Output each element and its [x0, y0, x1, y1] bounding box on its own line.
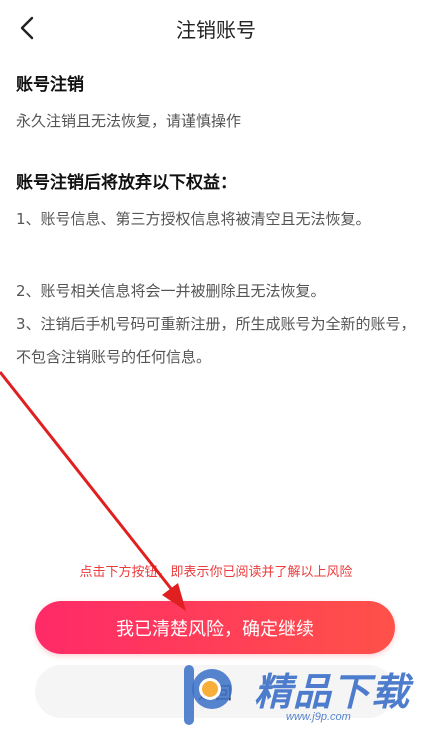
benefit-item-1: 1、账号信息、第三方授权信息将被清空且无法恢复。 [16, 210, 371, 228]
section-title-account-cancel: 账号注销 [16, 75, 84, 95]
navigation-bar: 注销账号 [0, 0, 432, 56]
cancel-warning-text: 永久注销且无法恢复，请谨慎操作 [16, 112, 242, 130]
benefit-item-2: 2、账号相关信息将会一并被删除且无法恢复。 [16, 282, 326, 300]
confirm-continue-button[interactable]: 我已清楚风险，确定继续 [35, 601, 395, 654]
risk-notice: 点击下方按钮，即表示你已阅读并了解以上风险 [79, 565, 353, 580]
benefit-item-3: 3、注销后手机号码可重新注册，所生成账号为全新的账号，不包含注销账号的任何信息。 [16, 315, 416, 366]
return-button[interactable]: 返回 [35, 665, 395, 718]
section-title-forfeited-benefits: 账号注销后将放弃以下权益： [16, 173, 237, 193]
page-title: 注销账号 [176, 18, 256, 42]
